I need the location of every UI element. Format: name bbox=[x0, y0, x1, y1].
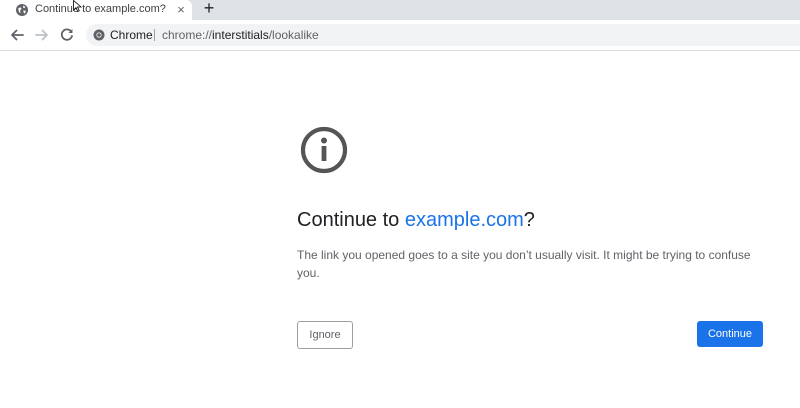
forward-arrow-icon[interactable] bbox=[33, 26, 51, 44]
url-scheme: chrome:// bbox=[162, 28, 213, 42]
new-tab-button[interactable]: + bbox=[200, 0, 218, 18]
omnibox[interactable]: Chrome chrome://interstitials/lookalike bbox=[86, 24, 800, 46]
tab-strip: Continue to example.com? × + bbox=[0, 0, 800, 20]
active-tab[interactable]: Continue to example.com? × bbox=[0, 0, 192, 20]
reload-icon[interactable] bbox=[58, 26, 76, 44]
browser-toolbar: Chrome chrome://interstitials/lookalike bbox=[0, 20, 800, 51]
tab-close-icon[interactable]: × bbox=[174, 3, 188, 17]
headline-domain: example.com bbox=[404, 209, 524, 231]
omnibox-separator bbox=[154, 29, 155, 41]
url-host: interstitials bbox=[212, 28, 269, 42]
info-icon bbox=[300, 126, 348, 174]
url-path: /lookalike bbox=[268, 28, 319, 42]
continue-button[interactable]: Continue bbox=[697, 321, 763, 347]
headline-prefix: Continue to bbox=[297, 209, 405, 231]
chrome-icon bbox=[93, 29, 105, 41]
ignore-button[interactable]: Ignore bbox=[297, 321, 353, 349]
omnibox-chip-label: Chrome bbox=[110, 28, 153, 42]
omnibox-url[interactable]: chrome://interstitials/lookalike bbox=[162, 28, 319, 42]
headline-suffix: ? bbox=[523, 209, 535, 231]
tab-title: Continue to example.com? bbox=[35, 3, 166, 15]
interstitial-content: Continue to example.com? The link you op… bbox=[297, 51, 767, 408]
page-title: Continue to example.com? bbox=[297, 209, 535, 232]
explanation-text: The link you opened goes to a site you d… bbox=[297, 248, 751, 280]
mouse-cursor-icon bbox=[73, 0, 83, 12]
back-arrow-icon[interactable] bbox=[8, 26, 26, 44]
globe-icon bbox=[16, 4, 28, 16]
